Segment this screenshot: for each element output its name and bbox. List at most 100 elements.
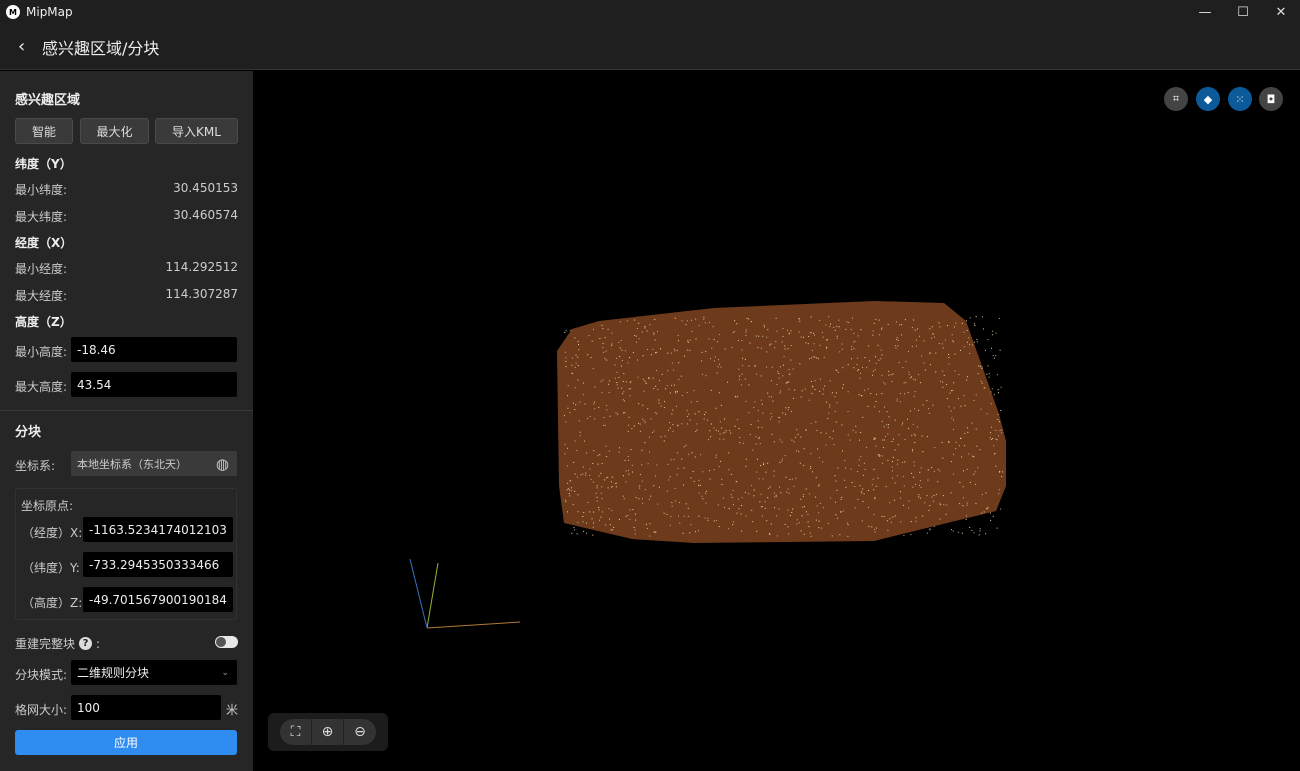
point	[635, 514, 636, 515]
help-icon[interactable]: ?	[79, 637, 92, 650]
point	[574, 337, 575, 338]
apply-button[interactable]: 应用	[15, 730, 237, 755]
point	[962, 505, 963, 506]
3d-viewport[interactable]: ⌗ ◆ ⁙ ◘ ⛶ ⊕ ⊖	[254, 71, 1300, 771]
point	[746, 516, 747, 517]
point	[794, 486, 795, 487]
point	[839, 326, 840, 327]
point	[577, 522, 578, 523]
point	[860, 378, 861, 379]
point	[602, 463, 603, 464]
point	[912, 451, 913, 452]
close-button[interactable]: ✕	[1262, 0, 1300, 24]
point	[864, 390, 865, 391]
point	[771, 396, 772, 397]
point	[958, 532, 959, 533]
point	[785, 455, 786, 456]
point	[964, 346, 965, 347]
point	[780, 391, 781, 392]
point	[783, 365, 784, 366]
camera-icon[interactable]: ◘	[1259, 87, 1283, 111]
point	[702, 498, 703, 499]
point	[600, 517, 601, 518]
point	[623, 391, 624, 392]
point	[625, 481, 626, 482]
min-lon-label: 最小经度:	[15, 260, 67, 277]
min-height-input[interactable]: -18.46	[71, 337, 237, 362]
point	[998, 392, 999, 393]
point	[609, 416, 610, 417]
cube-view-icon[interactable]: ◆	[1196, 87, 1220, 111]
point	[874, 529, 875, 530]
point	[577, 533, 578, 534]
origin-z-input[interactable]: -49.701567900190184	[83, 587, 233, 612]
max-height-input[interactable]: 43.54	[71, 372, 237, 397]
point	[585, 475, 586, 476]
point	[915, 435, 916, 436]
point	[677, 452, 678, 453]
mode-select[interactable]: 二维规则分块 ⌄	[71, 660, 237, 685]
point	[820, 379, 821, 380]
point	[751, 321, 752, 322]
point	[959, 445, 960, 446]
point	[649, 451, 650, 452]
point	[752, 450, 753, 451]
point	[707, 420, 708, 421]
point	[765, 501, 766, 502]
point	[731, 494, 732, 495]
point	[810, 466, 811, 467]
grid-size-input[interactable]: 100	[71, 695, 221, 720]
point	[575, 441, 576, 442]
point	[987, 339, 988, 340]
zoom-out-icon[interactable]: ⊖	[344, 719, 376, 745]
point	[789, 369, 790, 370]
minimize-button[interactable]: —	[1186, 0, 1224, 24]
point	[889, 502, 890, 503]
point	[997, 374, 998, 375]
point	[857, 471, 858, 472]
point	[920, 382, 921, 383]
point	[571, 373, 572, 374]
rebuild-toggle[interactable]	[215, 636, 238, 648]
point	[626, 516, 627, 517]
point	[684, 516, 685, 517]
back-icon[interactable]: ‹	[18, 36, 38, 57]
crs-select[interactable]: 本地坐标系（东北天） ◍	[71, 451, 237, 476]
globe-icon[interactable]: ◍	[216, 455, 229, 473]
roi-edit-tool-icon[interactable]: ⌗	[1164, 87, 1188, 111]
point	[862, 417, 863, 418]
point	[884, 516, 885, 517]
point	[640, 474, 641, 475]
point	[1001, 387, 1002, 388]
point	[770, 344, 771, 345]
point	[837, 338, 838, 339]
point	[772, 401, 773, 402]
point	[858, 335, 859, 336]
point	[931, 338, 932, 339]
fit-view-icon[interactable]: ⛶	[280, 719, 312, 745]
origin-x-input[interactable]: -1163.5234174012103	[83, 517, 233, 542]
point	[869, 360, 870, 361]
point	[974, 532, 975, 533]
point	[688, 508, 689, 509]
point	[720, 367, 721, 368]
point	[914, 465, 915, 466]
import-kml-button[interactable]: 导入KML	[155, 118, 238, 144]
point	[897, 459, 898, 460]
point	[800, 437, 801, 438]
point	[623, 381, 624, 382]
point	[657, 504, 658, 505]
point	[611, 343, 612, 344]
point	[619, 447, 620, 448]
smart-button[interactable]: 智能	[15, 118, 73, 144]
maximize-roi-button[interactable]: 最大化	[80, 118, 149, 144]
zoom-in-icon[interactable]: ⊕	[312, 719, 344, 745]
grid-icon[interactable]: ⁙	[1228, 87, 1252, 111]
point	[992, 334, 993, 335]
origin-y-input[interactable]: -733.2945350333466	[83, 552, 233, 577]
point	[875, 356, 876, 357]
maximize-button[interactable]: ☐	[1224, 0, 1262, 24]
point	[640, 424, 641, 425]
point	[953, 420, 954, 421]
point	[819, 484, 820, 485]
